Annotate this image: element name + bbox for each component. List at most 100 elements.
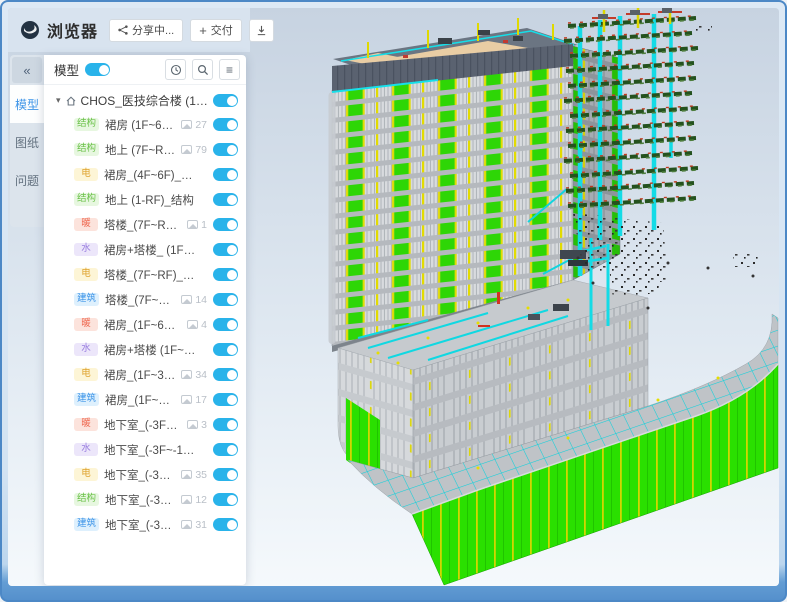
sheet-icon [181, 520, 192, 529]
tree-item[interactable]: 结构 地下室_(-3F~-1F)_结构 12 [44, 487, 246, 512]
download-button[interactable] [249, 19, 274, 42]
sheet-icon [187, 220, 198, 229]
visibility-toggle[interactable] [213, 393, 238, 406]
sheet-count: 12 [181, 494, 207, 506]
item-label: 地上 (1-RF)_结构 [105, 192, 201, 208]
sheet-count: 3 [187, 419, 207, 431]
visibility-toggle[interactable] [213, 368, 238, 381]
search-button[interactable] [192, 59, 213, 80]
tree-item[interactable]: 暖 裙房_(1F~6F)_暖通 4 [44, 312, 246, 337]
category-badge: 电 [74, 268, 98, 281]
deliver-button[interactable]: + 交付 [190, 19, 242, 42]
item-label: 塔楼_(7F~RF)_电气 [104, 267, 201, 283]
download-icon [256, 25, 267, 36]
sheet-count: 1 [187, 219, 207, 231]
sheet-count: 27 [181, 119, 207, 131]
item-label: 地上 (7F~RF)) _结构... [105, 142, 175, 158]
history-icon [170, 64, 182, 76]
tree-item[interactable]: 水 裙房+塔楼 (1F~RF)_... [44, 337, 246, 362]
root-label: CHOS_医技综合楼 (17... [81, 92, 209, 109]
tree-item[interactable]: 水 地下室_(-3F~-1F)_给... [44, 437, 246, 462]
tree-item[interactable]: 电 地下室_(-3F~-1F)_电气 35 [44, 462, 246, 487]
tree-item[interactable]: 结构 裙房 (1F~6F) _结构... 27 [44, 112, 246, 137]
sheet-count: 4 [187, 319, 207, 331]
sheet-count: 17 [181, 394, 207, 406]
item-label: 裙房+塔楼_ (1F~RF)... [104, 242, 201, 258]
tree-item[interactable]: 电 裙房_(1F~3F)_电气 34 [44, 362, 246, 387]
category-badge: 电 [74, 368, 98, 381]
share-button[interactable]: 分享中... [109, 19, 183, 42]
category-badge: 结构 [74, 193, 99, 206]
category-badge: 暖 [74, 218, 98, 231]
tab-drawings[interactable]: 图纸 [10, 123, 44, 161]
visibility-toggle[interactable] [213, 418, 238, 431]
tree-item[interactable]: 电 裙房_(4F~6F)_电气 [44, 162, 246, 187]
tree-item[interactable]: 结构 地上 (7F~RF)) _结构... 79 [44, 137, 246, 162]
visibility-toggle[interactable] [213, 468, 238, 481]
collapse-button[interactable]: « [12, 57, 42, 83]
home-icon [65, 95, 77, 107]
item-label: 地下室_(-3F~-1F)_建筑 [105, 517, 175, 533]
tree-item[interactable]: 结构 地上 (1-RF)_结构 [44, 187, 246, 212]
client-area: 浏览器 分享中... + 交付 « 模型 图纸 问 [8, 8, 779, 586]
visibility-toggle[interactable] [213, 243, 238, 256]
sheet-icon [187, 320, 198, 329]
tab-model[interactable]: 模型 [10, 85, 44, 123]
menu-button[interactable]: ≡ [219, 59, 240, 80]
sheet-count: 35 [181, 469, 207, 481]
category-badge: 暖 [74, 418, 98, 431]
tree-root-node[interactable]: ▾ CHOS_医技综合楼 (17... [44, 89, 246, 112]
tree-item[interactable]: 暖 地下室_(-3F~-1F)_暖通 3 [44, 412, 246, 437]
visibility-toggle[interactable] [213, 293, 238, 306]
category-badge: 建筑 [74, 518, 99, 531]
visibility-toggle[interactable] [213, 193, 238, 206]
model-master-toggle[interactable] [85, 63, 110, 76]
tree-item[interactable]: 水 裙房+塔楼_ (1F~RF)... [44, 237, 246, 262]
item-label: 塔楼_(7F~RF)_建筑 [105, 292, 175, 308]
history-button[interactable] [165, 59, 186, 80]
sheet-icon [181, 295, 192, 304]
tree-item[interactable]: 电 塔楼_(7F~RF)_电气 [44, 262, 246, 287]
tree-item[interactable]: 建筑 塔楼_(7F~RF)_建筑 14 [44, 287, 246, 312]
item-label: 地下室_(-3F~-1F)_结构 [105, 492, 175, 508]
visibility-toggle[interactable] [213, 493, 238, 506]
item-label: 裙房_(1F~6F)_建筑 [105, 392, 175, 408]
visibility-toggle[interactable] [213, 168, 238, 181]
sheet-count: 14 [181, 294, 207, 306]
category-badge: 电 [74, 168, 98, 181]
sidebar-rail: « 模型 图纸 问题 [10, 55, 44, 227]
sheet-count: 31 [181, 519, 207, 531]
panel-title: 模型 [54, 60, 79, 79]
visibility-toggle[interactable] [213, 218, 238, 231]
tree-item[interactable]: 建筑 裙房_(1F~6F)_建筑 17 [44, 387, 246, 412]
visibility-toggle[interactable] [213, 518, 238, 531]
category-badge: 结构 [74, 118, 99, 131]
item-label: 裙房+塔楼 (1F~RF)_... [104, 342, 201, 358]
item-label: 地下室_(-3F~-1F)_电气 [104, 467, 175, 483]
visibility-toggle[interactable] [213, 318, 238, 331]
menu-icon: ≡ [226, 64, 233, 76]
sheet-count: 79 [181, 144, 207, 156]
root-visibility-toggle[interactable] [213, 94, 238, 107]
tree-item[interactable]: 暖 塔楼_(7F~RF)_暖通 1 [44, 212, 246, 237]
item-label: 地下室_(-3F~-1F)_暖通 [104, 417, 181, 433]
sheet-icon [181, 395, 192, 404]
category-badge: 水 [74, 243, 98, 256]
item-label: 地下室_(-3F~-1F)_给... [104, 442, 201, 458]
visibility-toggle[interactable] [213, 268, 238, 281]
app-logo-icon [20, 20, 40, 40]
visibility-toggle[interactable] [213, 343, 238, 356]
caret-down-icon[interactable]: ▾ [56, 95, 61, 106]
item-label: 裙房_(1F~6F)_暖通 [104, 317, 181, 333]
plus-icon: + [199, 24, 207, 37]
visibility-toggle[interactable] [213, 443, 238, 456]
sheet-icon [181, 145, 192, 154]
category-badge: 结构 [74, 143, 99, 156]
visibility-toggle[interactable] [213, 143, 238, 156]
visibility-toggle[interactable] [213, 118, 238, 131]
tree-item[interactable]: 建筑 地下室_(-3F~-1F)_建筑 31 [44, 512, 246, 537]
category-badge: 电 [74, 468, 98, 481]
tab-issues[interactable]: 问题 [10, 161, 44, 199]
page-title: 浏览器 [47, 18, 98, 42]
sheet-icon [181, 495, 192, 504]
